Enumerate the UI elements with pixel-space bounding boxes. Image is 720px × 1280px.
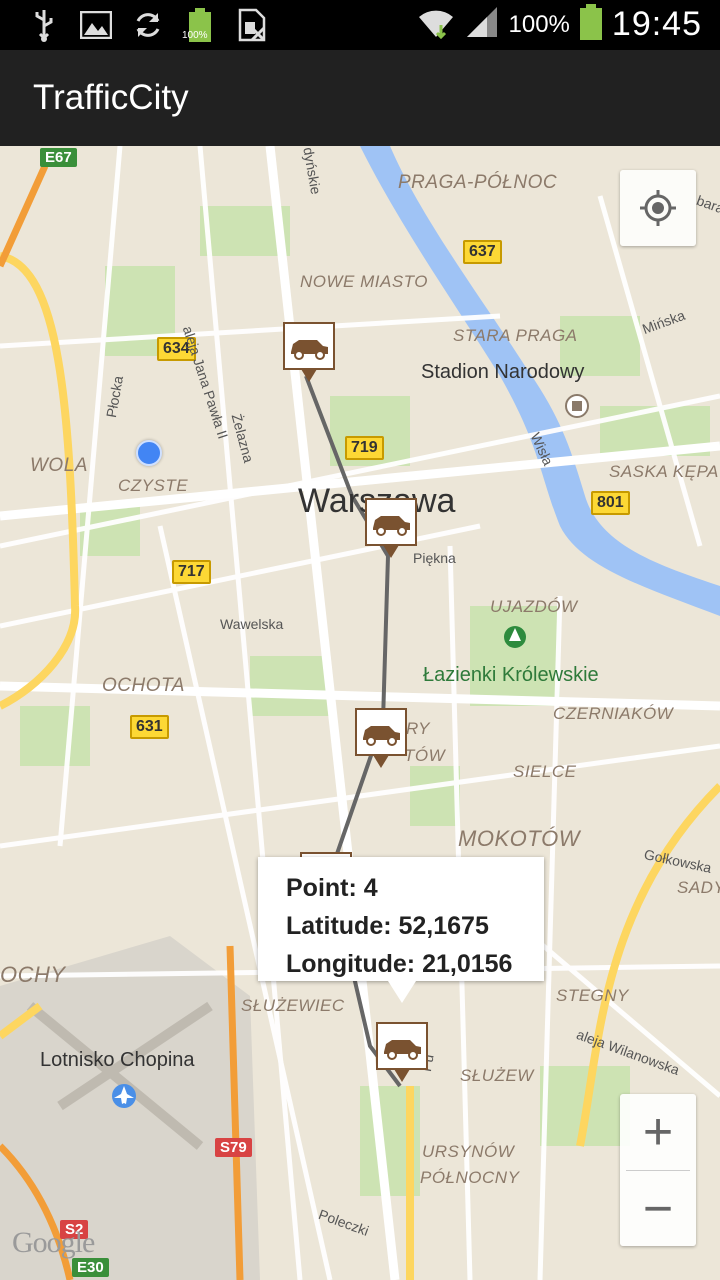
place-lotnisko: Lotnisko Chopina (40, 1049, 195, 1071)
district-ry: RY (406, 719, 430, 738)
district-praga-polnoc: PRAGA-PÓŁNOC (398, 172, 558, 193)
place-lazienki: Łazienki Królewskie (423, 664, 599, 686)
car-marker-5[interactable] (376, 1022, 428, 1084)
battery-small-label: 100% (182, 30, 208, 41)
wifi-icon (417, 5, 455, 44)
route-shield-719: 719 (345, 436, 384, 460)
district-tow: TÓW (404, 746, 446, 765)
district-ursynow-1: URSYNÓW (422, 1142, 515, 1161)
car-marker-1[interactable] (283, 322, 335, 384)
action-bar: TrafficCity (0, 50, 720, 146)
district-stara-praga: STARA PRAGA (453, 326, 578, 345)
crosshair-icon (640, 190, 676, 226)
status-bar: 100% 100% 19:45 (0, 0, 720, 50)
street-wawelska: Wawelska (220, 616, 284, 632)
battery-percent: 100% (508, 10, 570, 38)
district-czyste: CZYSTE (118, 476, 189, 495)
info-longitude: Longitude: 21,0156 (286, 950, 513, 978)
google-attribution: Google (12, 1226, 95, 1259)
route-shield-801: 801 (591, 491, 630, 515)
route-shield-717: 717 (172, 560, 211, 584)
district-saska-kepa: SASKA KĘPA (609, 462, 719, 481)
route-shield-637: 637 (463, 240, 502, 264)
route-shield-e67: E67 (40, 148, 77, 167)
my-location-dot (136, 440, 162, 466)
signal-icon (465, 5, 499, 44)
district-nowe-miasto: NOWE MIASTO (300, 272, 428, 291)
district-sady: SADY (677, 878, 720, 897)
clock: 19:45 (611, 5, 702, 43)
district-wola: WOLA (30, 455, 88, 476)
zoom-controls: + − (620, 1094, 696, 1246)
battery-icon (579, 4, 602, 45)
info-window[interactable]: Point: 4 Latitude: 52,1675 Longitude: 21… (258, 857, 544, 1003)
zoom-in-button[interactable]: + (620, 1094, 696, 1170)
route-shield-e30: E30 (72, 1258, 109, 1277)
district-mokotow: MOKOTÓW (458, 826, 581, 851)
info-latitude: Latitude: 52,1675 (286, 912, 489, 940)
district-sluzewiec: SŁUŻEWIEC (241, 996, 345, 1015)
route-shield-s79: S79 (215, 1138, 252, 1157)
image-icon (80, 8, 112, 42)
district-ochy: OCHY (0, 962, 66, 987)
district-stegny: STEGNY (556, 986, 629, 1005)
app-title: TrafficCity (33, 78, 189, 117)
district-ochota: OCHOTA (102, 675, 185, 696)
info-point: Point: 4 (286, 874, 378, 902)
car-marker-2[interactable] (365, 498, 417, 560)
usb-icon (28, 8, 60, 42)
zoom-out-button[interactable]: − (620, 1171, 696, 1247)
district-czerniakow: CZERNIAKÓW (553, 704, 674, 723)
map-view[interactable]: E67 637 634 719 801 717 631 S79 S2 E30 P… (0, 146, 720, 1280)
sync-icon (132, 8, 164, 42)
district-sluzew: SŁUŻEW (460, 1066, 534, 1085)
district-sielce: SIELCE (513, 762, 577, 781)
district-ursynow-2: PÓŁNOCNY (420, 1168, 520, 1187)
place-stadion: Stadion Narodowy (421, 361, 585, 383)
info-window-tail (388, 981, 416, 1003)
my-location-button[interactable] (620, 170, 696, 246)
district-ujazdow: UJAZDÓW (490, 597, 578, 616)
street-piekna: Piękna (413, 550, 456, 566)
battery-small-icon: 100% (182, 8, 216, 42)
route-shield-631: 631 (130, 715, 169, 739)
car-marker-3[interactable] (355, 708, 407, 770)
no-sim-icon (236, 8, 268, 42)
